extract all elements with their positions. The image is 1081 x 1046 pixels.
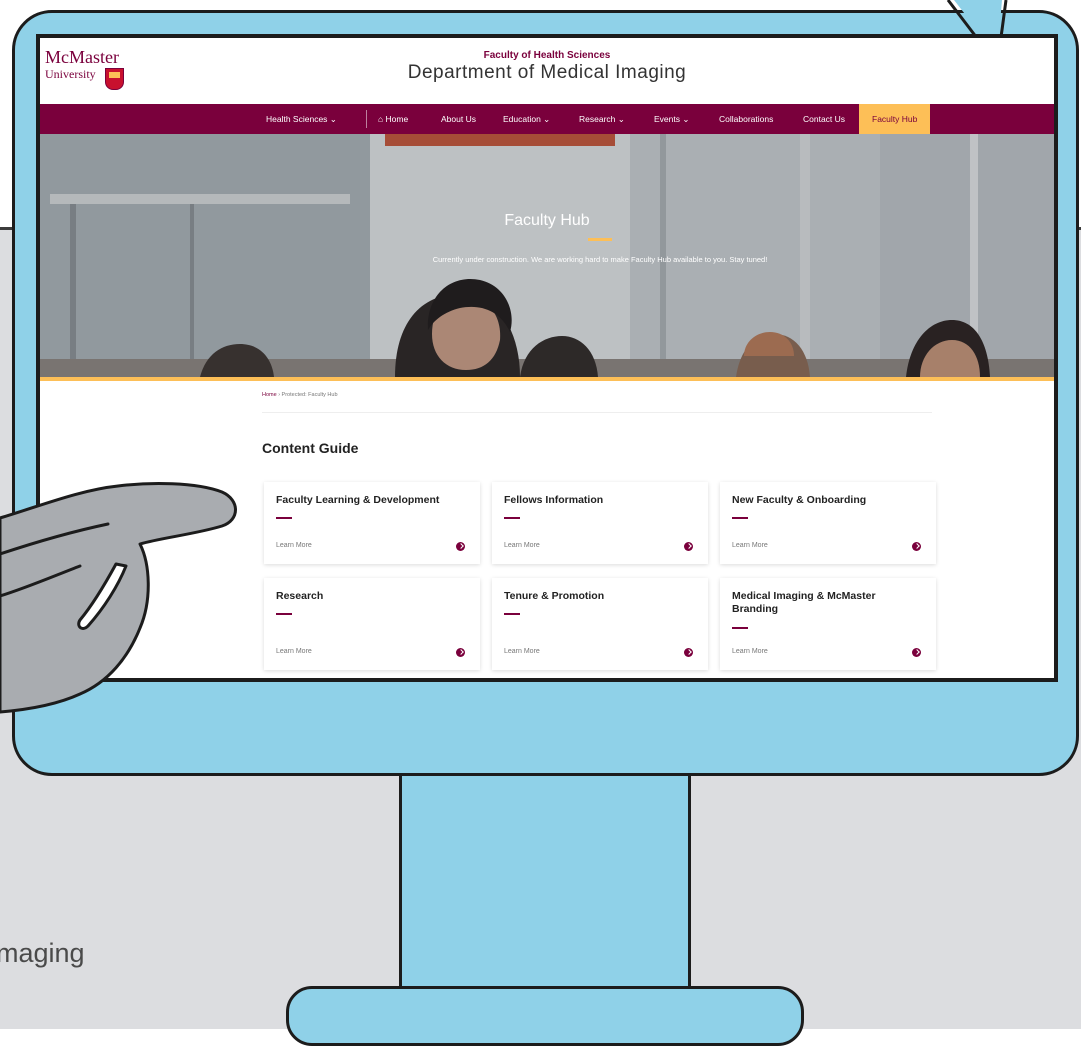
card-title: Medical Imaging & McMaster Branding bbox=[732, 590, 876, 615]
card-title: Research bbox=[276, 590, 324, 602]
breadcrumb-home[interactable]: Home bbox=[262, 392, 277, 398]
card-title: Fellows Information bbox=[504, 494, 604, 506]
card-title: Faculty Learning & Development bbox=[276, 494, 440, 506]
arrow-circle-icon[interactable] bbox=[684, 542, 693, 551]
card-faculty-learning[interactable]: Faculty Learning & Development Learn Mor… bbox=[264, 482, 480, 564]
nav-home[interactable]: ⌂ Home bbox=[378, 104, 408, 134]
learn-more-link[interactable]: Learn More bbox=[276, 542, 312, 549]
monitor-stand-neck bbox=[399, 770, 691, 1010]
nav-divider bbox=[366, 110, 367, 128]
nav-collaborations[interactable]: Collaborations bbox=[719, 104, 773, 134]
background-caption: maging bbox=[0, 938, 85, 968]
site-header: McMaster University Faculty of Health Sc… bbox=[40, 38, 1054, 104]
learn-more-link[interactable]: Learn More bbox=[504, 542, 540, 549]
card-accent-bar bbox=[276, 613, 292, 615]
learn-more-link[interactable]: Learn More bbox=[732, 648, 768, 655]
nav-research[interactable]: Research ⌄ bbox=[579, 104, 625, 134]
card-accent-bar bbox=[732, 627, 748, 629]
hero-accent-bar bbox=[588, 238, 612, 241]
main-nav: Health Sciences ⌄ ⌂ Home About Us Educat… bbox=[40, 104, 1054, 134]
hero-bottom-accent bbox=[40, 377, 1054, 381]
card-tenure-promotion[interactable]: Tenure & Promotion Learn More bbox=[492, 578, 708, 670]
breadcrumb: Home › Protected: Faculty Hub bbox=[262, 392, 338, 398]
nav-events[interactable]: Events ⌄ bbox=[654, 104, 689, 134]
faculty-title: Faculty of Health Sciences bbox=[483, 50, 611, 61]
pointing-hand-illustration bbox=[0, 482, 237, 714]
content-guide-title: Content Guide bbox=[262, 440, 359, 456]
arrow-circle-icon[interactable] bbox=[456, 648, 465, 657]
hero-banner: Faculty Hub Currently under construction… bbox=[40, 134, 1054, 377]
nav-faculty-hub[interactable]: Faculty Hub bbox=[859, 104, 931, 134]
card-title: New Faculty & Onboarding bbox=[732, 494, 867, 506]
department-title[interactable]: Department of Medical Imaging bbox=[40, 62, 1054, 84]
card-new-faculty[interactable]: New Faculty & Onboarding Learn More bbox=[720, 482, 936, 564]
card-accent-bar bbox=[732, 517, 748, 519]
card-title: Tenure & Promotion bbox=[504, 590, 605, 602]
hero-description: Currently under construction. We are wor… bbox=[432, 255, 768, 264]
hero-title: Faculty Hub bbox=[504, 212, 590, 229]
nav-about-us[interactable]: About Us bbox=[441, 104, 476, 134]
card-research[interactable]: Research Learn More bbox=[264, 578, 480, 670]
card-accent-bar bbox=[504, 613, 520, 615]
learn-more-link[interactable]: Learn More bbox=[732, 542, 768, 549]
learn-more-link[interactable]: Learn More bbox=[276, 648, 312, 655]
learn-more-link[interactable]: Learn More bbox=[504, 648, 540, 655]
breadcrumb-divider bbox=[262, 412, 932, 413]
arrow-circle-icon[interactable] bbox=[912, 648, 921, 657]
nav-education[interactable]: Education ⌄ bbox=[503, 104, 550, 134]
nav-contact-us[interactable]: Contact Us bbox=[803, 104, 845, 134]
monitor-stand-base bbox=[286, 986, 804, 1046]
card-branding[interactable]: Medical Imaging & McMaster Branding Lear… bbox=[720, 578, 936, 670]
card-accent-bar bbox=[276, 517, 292, 519]
arrow-circle-icon[interactable] bbox=[912, 542, 921, 551]
card-fellows-information[interactable]: Fellows Information Learn More bbox=[492, 482, 708, 564]
arrow-circle-icon[interactable] bbox=[456, 542, 465, 551]
card-accent-bar bbox=[504, 517, 520, 519]
nav-health-sciences[interactable]: Health Sciences ⌄ bbox=[266, 104, 337, 134]
arrow-circle-icon[interactable] bbox=[684, 648, 693, 657]
breadcrumb-current: › Protected: Faculty Hub bbox=[276, 392, 338, 398]
